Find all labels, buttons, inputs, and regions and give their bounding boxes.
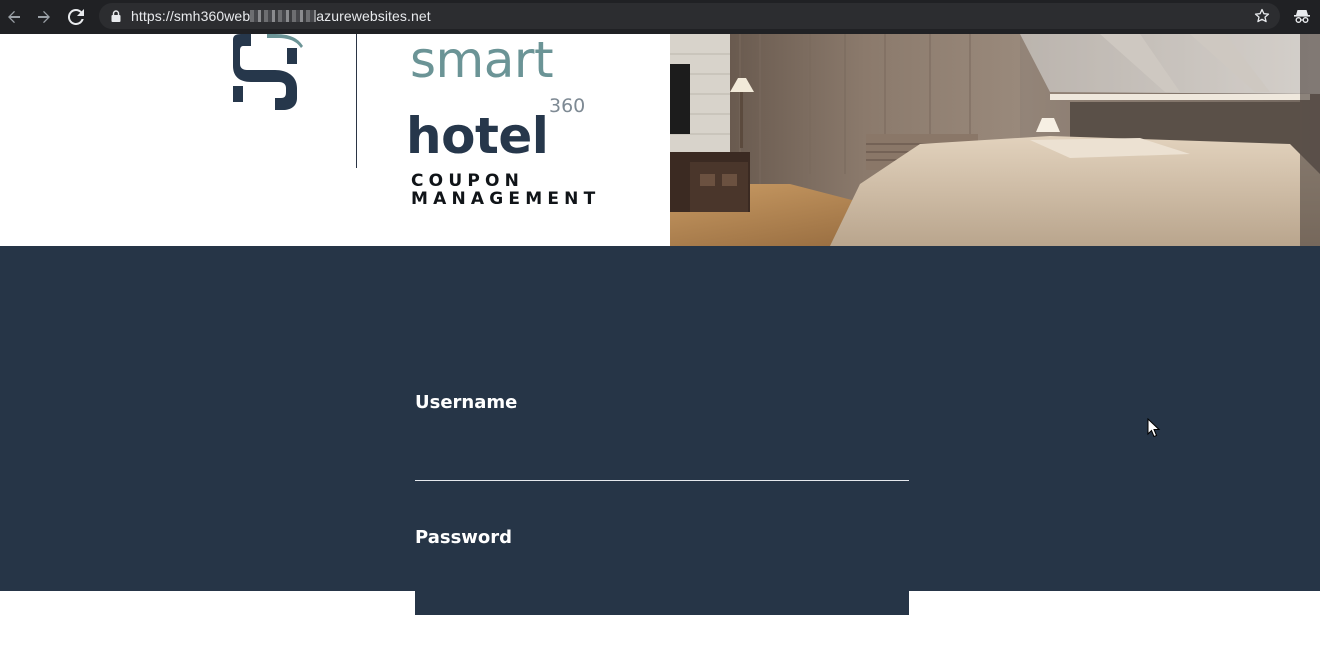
brand-360: 360 — [549, 95, 586, 117]
incognito-icon[interactable] — [1293, 7, 1311, 25]
site-header: smart 360 hotel COUPON MANAGEMENT — [0, 31, 1320, 246]
hotel-room-hero-image — [670, 34, 1320, 246]
brand-smart: smart — [410, 31, 554, 89]
tagline-line2: MANAGEMENT — [411, 189, 601, 209]
smart-hotel-logo-icon — [233, 34, 303, 110]
address-bar[interactable]: https://smh360web azurewebsites.net — [99, 3, 1280, 29]
login-panel — [0, 246, 1320, 591]
header-divider — [356, 34, 357, 168]
username-input[interactable] — [415, 440, 909, 481]
back-arrow-icon[interactable] — [3, 6, 25, 28]
mouse-cursor-icon — [1147, 418, 1161, 438]
redacted-url-segment — [250, 10, 317, 22]
brand-hotel: hotel — [406, 107, 549, 165]
brand-tagline: COUPON MANAGEMENT — [411, 172, 600, 208]
lock-icon — [111, 10, 121, 22]
reload-icon[interactable] — [65, 6, 87, 28]
url-text: https://smh360web azurewebsites.net — [131, 8, 431, 24]
username-label: Username — [415, 392, 518, 413]
star-icon[interactable] — [1254, 8, 1270, 24]
password-label: Password — [415, 527, 513, 548]
tagline-line1: COUPON — [411, 171, 525, 191]
password-input[interactable] — [415, 575, 909, 615]
forward-arrow-icon[interactable] — [33, 6, 55, 28]
browser-toolbar: https://smh360web azurewebsites.net — [0, 0, 1320, 34]
